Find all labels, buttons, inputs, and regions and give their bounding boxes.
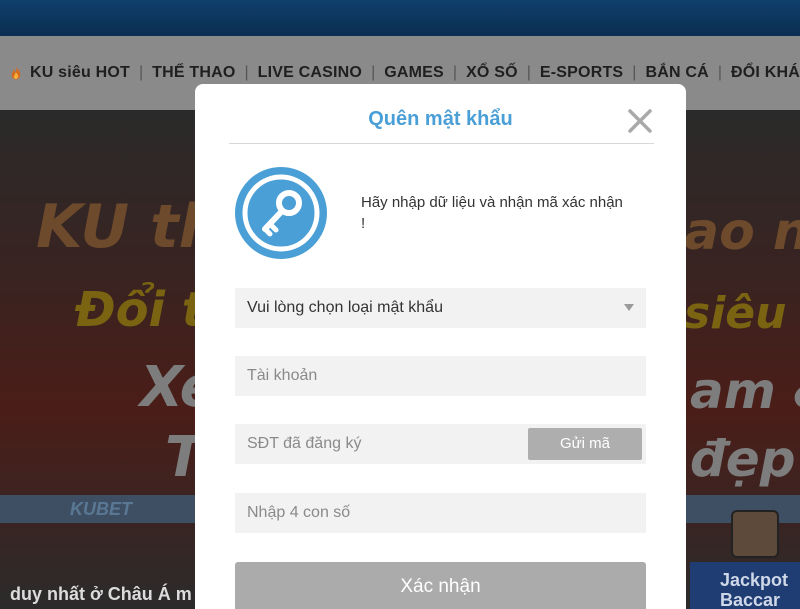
nav-separator: | (138, 64, 144, 81)
jackpot-game-label: Baccar (720, 590, 781, 609)
password-type-select[interactable]: Vui lòng chọn loại mật khẩu (235, 288, 646, 328)
nav-item-exchange[interactable]: ĐỔI KHÁ (731, 64, 800, 82)
nav-item-esports[interactable]: E-SPORTS (540, 64, 623, 82)
hero-line3-right: am & (690, 362, 800, 420)
hero-subline-right: siêu t (684, 288, 800, 339)
password-type-selected: Vui lòng chọn loại mật khẩu (247, 299, 443, 316)
nav-item-sports[interactable]: THỂ THAO (152, 64, 235, 82)
avatar[interactable] (731, 510, 779, 558)
nav-separator: | (244, 64, 249, 81)
chevron-down-icon (624, 304, 634, 311)
hero-headline-right: ao n (684, 202, 800, 262)
nav-item-live-casino[interactable]: LIVE CASINO (258, 64, 362, 82)
dialog-instructions: Hãy nhập dữ liệu và nhận mã xác nhận ! (361, 194, 623, 232)
hero-headline-left: KU th (36, 192, 222, 262)
account-input[interactable]: Tài khoản (235, 356, 646, 396)
phone-input[interactable]: SĐT đã đăng ký Gửi mã (235, 424, 646, 464)
forgot-password-dialog: Quên mật khẩu Hãy nhập dữ liệu và nhận m… (195, 84, 686, 609)
hero-footer-text: duy nhất ở Châu Á m (10, 584, 192, 604)
nav-separator: | (632, 64, 637, 81)
send-code-button[interactable]: Gửi mã (528, 428, 642, 460)
nav-item-ku-hot[interactable]: KU siêu HOT (30, 64, 130, 82)
nav-item-games[interactable]: GAMES (384, 64, 444, 82)
nav-item-fishing[interactable]: BẮN CÁ (645, 64, 708, 82)
hero-line4-right: đẹp (690, 430, 796, 488)
nav-separator: | (371, 64, 376, 81)
top-banner (0, 0, 800, 36)
confirm-button[interactable]: Xác nhận (235, 562, 646, 609)
verification-code-input[interactable]: Nhập 4 con số (235, 493, 646, 533)
phone-placeholder: SĐT đã đăng ký (247, 435, 362, 452)
key-icon (235, 167, 327, 259)
nav-separator: | (717, 64, 723, 81)
jackpot-banner[interactable]: Jackpot Baccar (690, 562, 800, 609)
jackpot-label: Jackpot (720, 570, 789, 590)
fire-icon (11, 66, 21, 80)
title-divider (229, 143, 654, 144)
nav-separator: | (526, 64, 531, 81)
nav-item-lottery[interactable]: XỔ SỐ (466, 64, 518, 82)
dialog-title: Quên mật khẩu (368, 108, 513, 130)
close-icon[interactable] (623, 104, 657, 138)
nav-separator: | (452, 64, 458, 81)
